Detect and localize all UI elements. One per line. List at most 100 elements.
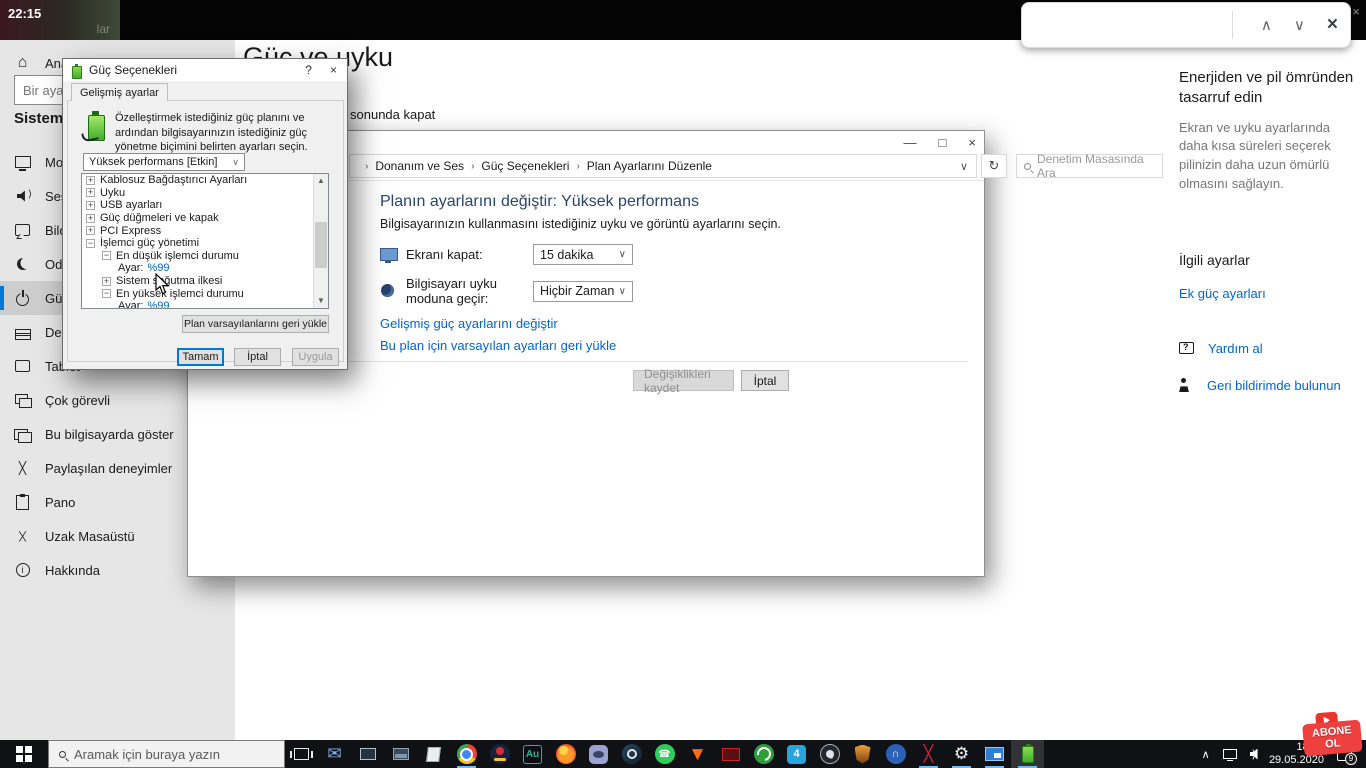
- close-button[interactable]: ×: [968, 135, 976, 150]
- start-button[interactable]: [0, 740, 48, 768]
- setting-dropdown[interactable]: 15 dakika ∨: [533, 244, 633, 265]
- breadcrumb[interactable]: › Donanım ve Ses › Güç Seçenekleri › Pla…: [349, 154, 977, 178]
- breadcrumb-label[interactable]: Güç Seçenekleri: [481, 159, 569, 173]
- plan-combobox[interactable]: Yüksek performans [Etkin] ∨: [83, 153, 245, 171]
- refresh-icon[interactable]: ↻: [981, 154, 1007, 178]
- cancel-button[interactable]: İptal: [741, 370, 789, 391]
- close-icon[interactable]: ×: [330, 63, 337, 77]
- tree-row[interactable]: + PCI Express: [82, 224, 328, 237]
- breadcrumb-label[interactable]: Plan Ayarlarını Düzenle: [587, 159, 712, 173]
- cancel-button[interactable]: İptal: [234, 348, 281, 366]
- taskbar-search[interactable]: Aramak için buraya yazın: [48, 740, 285, 768]
- restore-plan-defaults-button[interactable]: Plan varsayılanlarını geri yükle: [182, 315, 329, 333]
- sidebar-item-label: Hakkında: [45, 562, 100, 578]
- tree-expander-icon[interactable]: +: [86, 175, 95, 185]
- tree-item-label: En yüksek işlemci durumu: [116, 287, 244, 300]
- obs-icon[interactable]: [813, 740, 846, 768]
- steam-icon[interactable]: [615, 740, 648, 768]
- scroll-down-icon[interactable]: ▼: [314, 294, 328, 308]
- red-x-icon[interactable]: ╳: [912, 740, 945, 768]
- tree-row[interactable]: + Güç düğmeleri ve kapak: [82, 212, 328, 225]
- find-previous-icon[interactable]: ∧: [1261, 16, 1272, 34]
- tree-row[interactable]: − En düşük işlemci durumu: [82, 250, 328, 263]
- tree-row[interactable]: + USB ayarları: [82, 199, 328, 212]
- tree-expander-icon[interactable]: +: [86, 200, 95, 210]
- breadcrumb-item[interactable]: › Donanım ve Ses: [358, 159, 464, 173]
- keyboard-monitor-icon[interactable]: [384, 740, 417, 768]
- audition-icon[interactable]: Au: [516, 740, 549, 768]
- scroll-up-icon[interactable]: ▲: [314, 174, 328, 188]
- corner-close-icon[interactable]: ×: [1352, 4, 1360, 19]
- screenshare-icon[interactable]: [978, 740, 1011, 768]
- taskbar-search-placeholder: Aramak için buraya yazın: [74, 746, 220, 762]
- breadcrumb-label[interactable]: Donanım ve Ses: [375, 159, 464, 173]
- tree-row[interactable]: + Sistem soğutma ilkesi: [82, 275, 328, 288]
- firefox-icon[interactable]: [549, 740, 582, 768]
- tree-item-label: Ayar:: [118, 300, 144, 309]
- restore-defaults-link[interactable]: Bu plan için varsayılan ayarları geri yü…: [380, 338, 616, 353]
- find-close-icon[interactable]: ×: [1327, 14, 1338, 36]
- dialog-title: Güç Seçenekleri: [89, 63, 178, 77]
- advanced-settings-tree[interactable]: + Kablosuz Bağdaştırıcı Ayarları + Uyku …: [81, 173, 329, 309]
- breadcrumb-item[interactable]: › Güç Seçenekleri: [464, 159, 569, 173]
- sidebar-item-icon: [14, 358, 31, 375]
- tree-expander-icon[interactable]: −: [86, 238, 95, 248]
- breadcrumb-item[interactable]: › Plan Ayarlarını Düzenle: [569, 159, 712, 173]
- notepad-icon[interactable]: [417, 740, 450, 768]
- mail-icon[interactable]: ✉: [318, 740, 351, 768]
- address-dropdown-icon[interactable]: ∨: [952, 160, 976, 173]
- plan-setting-row: Ekranı kapat: 15 dakika ∨: [380, 244, 633, 265]
- taskview-icon[interactable]: [285, 740, 318, 768]
- recorder-icon[interactable]: [747, 740, 780, 768]
- dialog-title-bar[interactable]: Güç Seçenekleri ? ×: [63, 59, 347, 81]
- tree-expander-icon[interactable]: +: [86, 188, 95, 198]
- tree-expander-icon[interactable]: +: [86, 226, 95, 236]
- tree-item-label: Kablosuz Bağdaştırıcı Ayarları: [100, 174, 248, 187]
- tray-expand-icon[interactable]: ∧: [1202, 748, 1210, 761]
- help-icon[interactable]: ?: [305, 63, 312, 77]
- scrollbar-thumb[interactable]: [315, 222, 327, 268]
- ok-button[interactable]: Tamam: [177, 348, 224, 366]
- save-changes-button[interactable]: Değişiklikleri kaydet: [633, 367, 734, 395]
- tree-row[interactable]: − İşlemci güç yönetimi: [82, 237, 328, 250]
- tab-advanced-settings[interactable]: Gelişmiş ayarlar: [71, 83, 168, 101]
- chrome-icon[interactable]: [450, 740, 483, 768]
- red-monitor-icon[interactable]: [714, 740, 747, 768]
- additional-power-settings-link[interactable]: Ek güç ayarları: [1179, 286, 1359, 301]
- tree-expander-icon[interactable]: +: [86, 213, 95, 223]
- tree-expander-icon[interactable]: −: [102, 289, 111, 299]
- divider: [1231, 11, 1233, 39]
- pc-icon[interactable]: [351, 740, 384, 768]
- aimp-icon[interactable]: [483, 740, 516, 768]
- discord-icon[interactable]: [582, 740, 615, 768]
- afterburner-icon[interactable]: ▼: [681, 740, 714, 768]
- settings-gear-icon[interactable]: ⚙: [945, 740, 978, 768]
- setting-dropdown[interactable]: Hiçbir Zaman ∨: [533, 280, 633, 302]
- whatsapp-icon[interactable]: ☎: [648, 740, 681, 768]
- find-next-icon[interactable]: ∨: [1294, 16, 1305, 34]
- network-icon[interactable]: [1222, 749, 1237, 761]
- windows-logo-icon: [16, 746, 32, 762]
- setting-icon: [380, 283, 398, 299]
- shield-icon[interactable]: [846, 740, 879, 768]
- tree-row[interactable]: Ayar: %99: [82, 300, 328, 309]
- tree-row[interactable]: + Kablosuz Bağdaştırıcı Ayarları: [82, 174, 328, 187]
- sidebar-item-icon: [14, 289, 31, 307]
- search-icon: [59, 750, 66, 758]
- get-help-link[interactable]: Yardım al: [1208, 341, 1263, 356]
- tree-expander-icon[interactable]: −: [102, 251, 111, 261]
- downloader-icon[interactable]: 4: [780, 740, 813, 768]
- tree-row[interactable]: − En yüksek işlemci durumu: [82, 287, 328, 300]
- tree-item-value-link[interactable]: %99: [147, 300, 169, 308]
- teamspeak-icon[interactable]: ∩: [879, 740, 912, 768]
- tree-scrollbar[interactable]: ▲ ▼: [313, 174, 328, 308]
- tree-row[interactable]: + Uyku: [82, 187, 328, 200]
- advanced-power-settings-link[interactable]: Gelişmiş güç ayarlarını değiştir: [380, 316, 558, 331]
- minimize-button[interactable]: —: [904, 135, 917, 150]
- battery-icon[interactable]: [1011, 740, 1044, 768]
- tree-row[interactable]: Ayar: %99: [82, 262, 328, 275]
- maximize-button[interactable]: □: [939, 135, 947, 150]
- tree-expander-icon[interactable]: +: [102, 276, 111, 286]
- give-feedback-link[interactable]: Geri bildirimde bulunun: [1207, 378, 1341, 393]
- control-panel-search[interactable]: Denetim Masasında Ara: [1016, 152, 1163, 180]
